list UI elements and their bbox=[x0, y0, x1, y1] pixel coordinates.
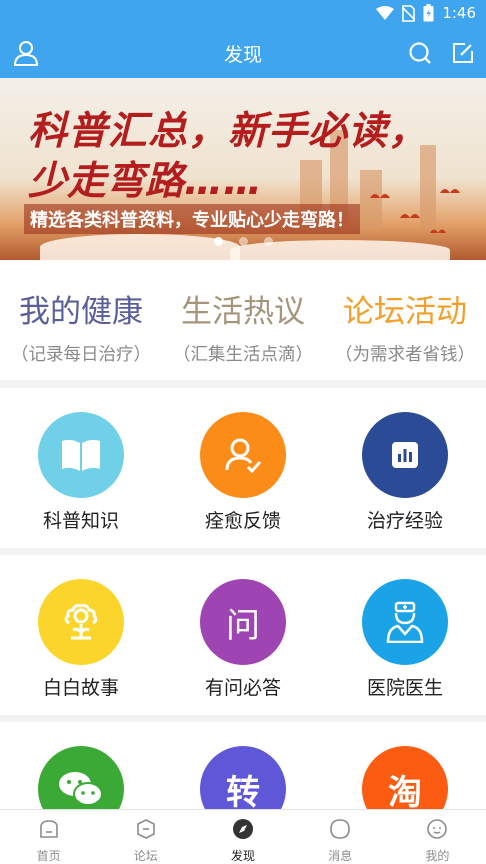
status-bar: 1:46 bbox=[0, 0, 486, 28]
transfer-icon: 转 bbox=[226, 772, 260, 810]
nav-label: 论坛 bbox=[133, 849, 158, 863]
wifi-icon bbox=[376, 5, 395, 20]
nav-home[interactable]: 首页 bbox=[0, 810, 97, 864]
nav-label: 发现 bbox=[231, 849, 256, 863]
message-icon bbox=[330, 819, 351, 839]
feature-icon-circle bbox=[38, 579, 124, 665]
feature-icon-circle: 问 bbox=[200, 579, 286, 665]
feature-popular-science[interactable]: 科普知识 bbox=[0, 388, 162, 548]
status-icons: 1:46 bbox=[376, 4, 476, 22]
discover-icon bbox=[233, 819, 253, 839]
quick-link-subtitle: （为需求者省钱） bbox=[335, 345, 475, 365]
promo-banner[interactable]: 科普汇总，新手必读， 少走弯路…… 精选各类科普资料，专业贴心少走弯路！ bbox=[0, 78, 486, 260]
quick-link-forum-events[interactable]: 论坛活动 （为需求者省钱） bbox=[324, 260, 486, 380]
feature-icon-circle bbox=[362, 412, 448, 498]
feature-treatment-experience[interactable]: 治疗经验 bbox=[324, 388, 486, 548]
banner-headline-2: 少走弯路…… bbox=[28, 159, 263, 204]
banner-subtitle: 精选各类科普资料，专业贴心少走弯路！ bbox=[24, 204, 360, 234]
quick-link-subtitle: （记录每日治疗） bbox=[11, 345, 151, 365]
feature-icon-circle bbox=[362, 579, 448, 665]
feature-icon-circle bbox=[200, 412, 286, 498]
app-bar: 发现 bbox=[0, 28, 486, 78]
feature-label: 医院医生 bbox=[366, 677, 443, 699]
feature-transfer[interactable]: 转 bbox=[162, 722, 324, 809]
feature-qa[interactable]: 问 有问必答 bbox=[162, 555, 324, 715]
feature-grid-row: 转 淘 bbox=[0, 722, 486, 809]
feature-label: 白白故事 bbox=[42, 677, 119, 699]
feature-icon-circle bbox=[38, 412, 124, 498]
quick-link-title: 我的健康 bbox=[19, 294, 143, 330]
feature-icon-circle: 淘 bbox=[362, 746, 448, 809]
feature-label: 痊愈反馈 bbox=[204, 510, 281, 532]
book-icon bbox=[62, 439, 100, 471]
feature-label: 科普知识 bbox=[42, 510, 119, 532]
feature-grid-row: 科普知识 痊愈反馈 治疗经验 bbox=[0, 388, 486, 548]
banner-headline-1: 科普汇总，新手必读， bbox=[28, 109, 429, 154]
battery-icon bbox=[423, 4, 434, 22]
bottom-nav: 首页 论坛 发现 消息 我的 bbox=[0, 809, 486, 864]
flower-icon bbox=[64, 604, 98, 640]
doctor-icon bbox=[386, 601, 424, 643]
quick-link-title: 生活热议 bbox=[181, 294, 305, 330]
feature-label: 治疗经验 bbox=[366, 510, 443, 532]
edit-icon bbox=[453, 43, 473, 63]
feature-recovery-feedback[interactable]: 痊愈反馈 bbox=[162, 388, 324, 548]
nav-label: 首页 bbox=[36, 849, 61, 863]
feature-icon-circle bbox=[38, 746, 124, 809]
no-sim-icon bbox=[402, 4, 416, 22]
status-time: 1:46 bbox=[442, 4, 476, 22]
nav-profile[interactable]: 我的 bbox=[389, 810, 486, 864]
carousel-dot[interactable] bbox=[263, 237, 273, 246]
nav-forum[interactable]: 论坛 bbox=[97, 810, 194, 864]
quick-link-title: 论坛活动 bbox=[343, 294, 467, 330]
edit-button[interactable] bbox=[449, 39, 477, 67]
quick-link-subtitle: （汇集生活点滴） bbox=[173, 345, 313, 365]
user-check-icon bbox=[225, 438, 262, 473]
nav-label: 消息 bbox=[328, 849, 353, 863]
feature-label: 有问必答 bbox=[204, 677, 281, 699]
taobao-icon: 淘 bbox=[388, 772, 422, 810]
quick-link-life-topics[interactable]: 生活热议 （汇集生活点滴） bbox=[162, 260, 324, 380]
quick-link-my-health[interactable]: 我的健康 （记录每日治疗） bbox=[0, 260, 162, 380]
feature-icon-circle: 转 bbox=[200, 746, 286, 809]
feature-grid-row: 白白故事 问 有问必答 医院医生 bbox=[0, 555, 486, 715]
home-icon bbox=[39, 820, 58, 838]
question-icon: 问 bbox=[226, 605, 260, 646]
feature-hospital-doctor[interactable]: 医院医生 bbox=[324, 555, 486, 715]
feature-wechat[interactable] bbox=[0, 722, 162, 809]
carousel-dot[interactable] bbox=[213, 237, 223, 246]
wechat-icon bbox=[59, 772, 103, 806]
search-button[interactable] bbox=[406, 39, 434, 67]
nav-messages[interactable]: 消息 bbox=[292, 810, 389, 864]
forum-icon bbox=[136, 819, 155, 839]
chart-icon bbox=[392, 442, 418, 468]
carousel-dots bbox=[0, 237, 486, 246]
nav-label: 我的 bbox=[425, 849, 450, 863]
feature-taobao[interactable]: 淘 bbox=[324, 722, 486, 809]
profile-icon bbox=[427, 819, 448, 839]
search-icon bbox=[409, 42, 431, 64]
quick-links: 我的健康 （记录每日治疗） 生活热议 （汇集生活点滴） 论坛活动 （为需求者省钱… bbox=[0, 260, 486, 380]
nav-discover[interactable]: 发现 bbox=[194, 810, 291, 864]
carousel-dot[interactable] bbox=[238, 237, 248, 246]
feature-stories[interactable]: 白白故事 bbox=[0, 555, 162, 715]
